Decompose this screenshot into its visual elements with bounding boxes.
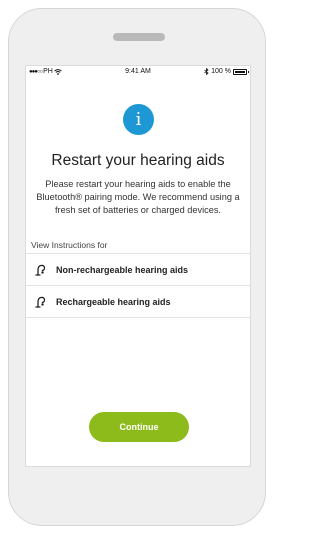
battery-percent: 100 %	[211, 68, 231, 75]
instructions-label: View Instructions for	[31, 240, 108, 250]
hearing-aid-icon	[34, 263, 48, 277]
instructions-list: Non-rechargeable hearing aids Rechargeab…	[26, 253, 250, 318]
page-description: Please restart your hearing aids to enab…	[36, 179, 240, 215]
app-screen: ●●●○○ PH 9:41 AM 100 % i Restart your he…	[25, 65, 251, 467]
info-icon: i	[123, 104, 154, 135]
list-item-non-rechargeable[interactable]: Non-rechargeable hearing aids	[26, 254, 250, 286]
page-title: Restart your hearing aids	[51, 152, 225, 169]
status-bar: ●●●○○ PH 9:41 AM 100 %	[26, 66, 250, 80]
phone-speaker	[113, 33, 165, 41]
hearing-aid-icon	[34, 295, 48, 309]
continue-button[interactable]: Continue	[89, 412, 189, 442]
battery-icon	[233, 68, 249, 75]
list-item-label: Non-rechargeable hearing aids	[56, 264, 189, 275]
list-item-rechargeable[interactable]: Rechargeable hearing aids	[26, 286, 250, 318]
phone-frame: ●●●○○ PH 9:41 AM 100 % i Restart your he…	[8, 8, 266, 526]
bluetooth-icon	[204, 68, 209, 75]
status-right: 100 %	[204, 68, 249, 75]
list-item-label: Rechargeable hearing aids	[56, 296, 171, 307]
